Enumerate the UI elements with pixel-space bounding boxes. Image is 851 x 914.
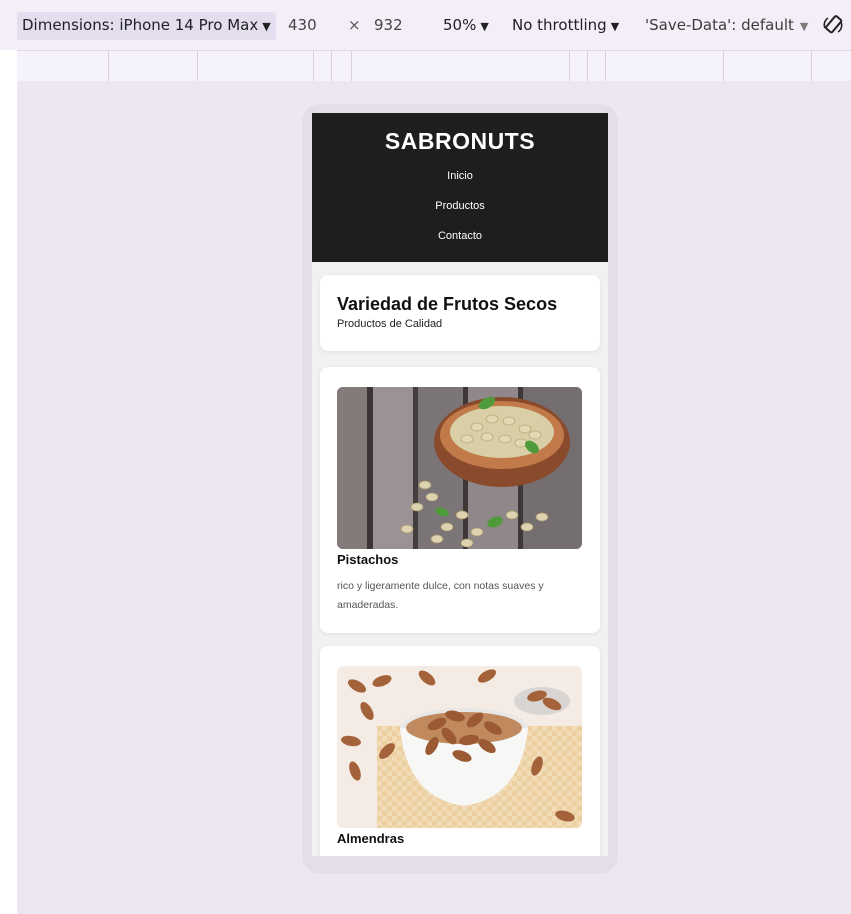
nav-link-contacto[interactable]: Contacto bbox=[312, 221, 608, 251]
save-data-dropdown[interactable]: 'Save-Data': default ▼ bbox=[645, 15, 808, 37]
ruler-tick bbox=[587, 51, 588, 81]
product-card: Pistachos rico y ligeramente dulce, con … bbox=[320, 367, 600, 633]
viewport-width-input[interactable]: 430 bbox=[288, 15, 317, 35]
caret-down-icon: ▼ bbox=[799, 20, 809, 33]
save-data-label: 'Save-Data': default bbox=[645, 16, 794, 34]
ruler-tick bbox=[811, 51, 812, 81]
site-title: SABRONUTS bbox=[384, 128, 536, 154]
ruler-tick bbox=[108, 51, 109, 81]
caret-down-icon: ▼ bbox=[480, 20, 489, 33]
product-card: Almendras bbox=[320, 646, 600, 856]
ruler-tick bbox=[351, 51, 352, 81]
caret-down-icon: ▼ bbox=[262, 20, 271, 33]
media-query-ruler[interactable] bbox=[17, 50, 851, 81]
ruler-tick bbox=[313, 51, 314, 81]
hero-card: Variedad de Frutos Secos Productos de Ca… bbox=[320, 275, 600, 351]
device-dimensions-dropdown[interactable]: Dimensions: iPhone 14 Pro Max ▼ bbox=[17, 12, 276, 40]
hero-subtitle: Productos de Calidad bbox=[337, 318, 443, 330]
hero-title: Variedad de Frutos Secos bbox=[337, 294, 558, 314]
ruler-tick bbox=[331, 51, 332, 81]
devtools-device-toolbar: Dimensions: iPhone 14 Pro Max ▼ 430 × 932… bbox=[0, 0, 851, 50]
ruler-tick bbox=[569, 51, 570, 81]
viewport-height-input[interactable]: 932 bbox=[374, 15, 403, 35]
rotate-icon[interactable] bbox=[822, 14, 844, 36]
ruler-tick bbox=[197, 51, 198, 81]
times-icon: × bbox=[348, 16, 361, 34]
throttling-dropdown[interactable]: No throttling ▼ bbox=[512, 15, 619, 37]
ruler-tick bbox=[723, 51, 724, 81]
caret-down-icon: ▼ bbox=[610, 20, 620, 33]
device-dimensions-label: Dimensions: iPhone 14 Pro Max bbox=[22, 16, 259, 34]
pistachios-bowl-image bbox=[337, 387, 582, 549]
emulated-page[interactable]: SABRONUTS Inicio Productos Contacto Vari… bbox=[312, 113, 608, 856]
ruler-tick bbox=[605, 51, 606, 81]
product-name: Pistachos bbox=[337, 552, 399, 567]
nav-link-productos[interactable]: Productos bbox=[312, 191, 608, 221]
product-description: rico y ligeramente dulce, con notas suav… bbox=[337, 580, 544, 611]
zoom-dropdown[interactable]: 50% ▼ bbox=[443, 15, 489, 37]
nav-link-inicio[interactable]: Inicio bbox=[312, 161, 608, 191]
product-name: Almendras bbox=[337, 831, 405, 846]
site-nav: Inicio Productos Contacto bbox=[312, 161, 608, 251]
throttling-label: No throttling bbox=[512, 16, 607, 34]
almonds-bowl-image bbox=[337, 666, 582, 828]
zoom-label: 50% bbox=[443, 16, 477, 34]
site-header: SABRONUTS Inicio Productos Contacto bbox=[312, 113, 608, 262]
